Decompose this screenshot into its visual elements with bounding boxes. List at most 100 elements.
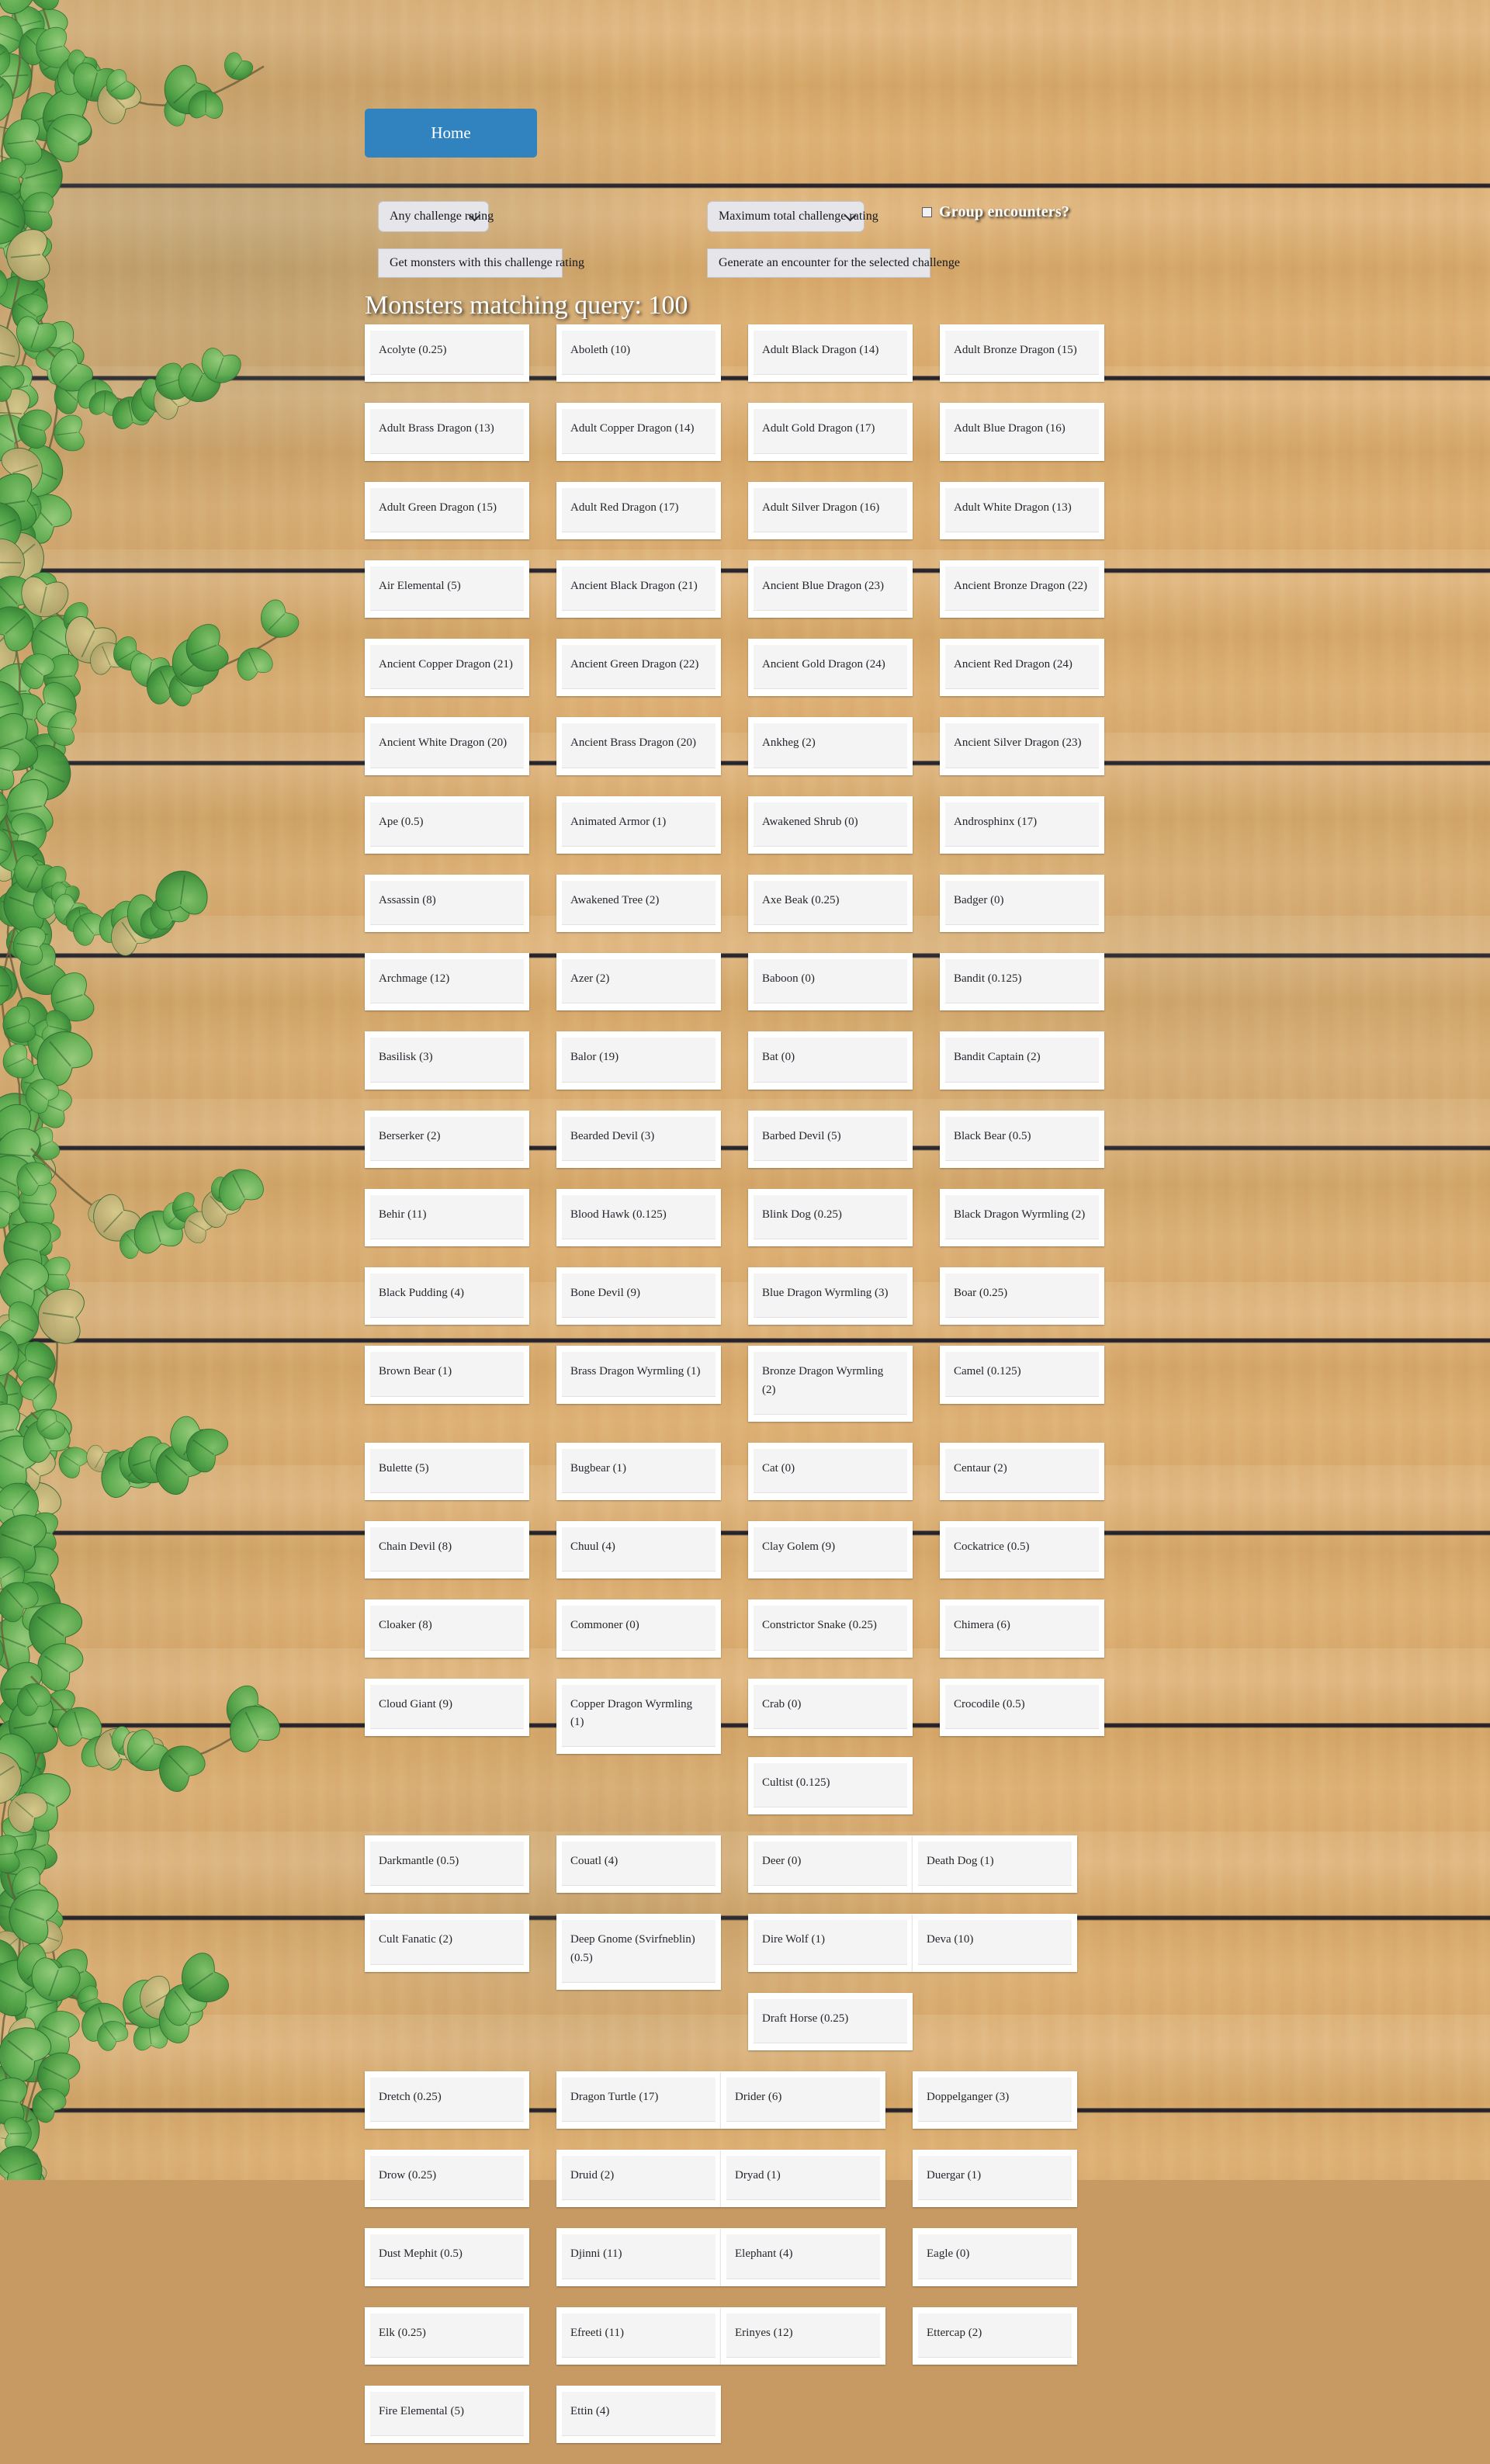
monster-card[interactable]: Elk (0.25) [365,2306,529,2365]
monster-card[interactable]: Ancient Red Dragon (24) [940,639,1104,697]
monster-card[interactable]: Deep Gnome (Svirfneblin) (0.5) [556,1914,721,1990]
get-monsters-button[interactable]: Get monsters with this challenge rating [378,248,584,278]
monster-card[interactable]: Ancient Brass Dragon (20) [556,717,721,775]
monster-card[interactable]: Archmage (12) [365,953,529,1011]
monster-card-label[interactable]: Bone Devil (9) [562,1274,716,1319]
monster-card[interactable]: Adult White Dragon (13) [940,481,1104,539]
monster-card[interactable]: Bandit Captain (2) [940,1031,1104,1090]
monster-card-label[interactable]: Ancient Blue Dragon (23) [754,566,907,611]
monster-card[interactable]: Blink Dog (0.25) [748,1188,913,1246]
monster-card-label[interactable]: Bandit (0.125) [945,959,1099,1004]
monster-card-label[interactable]: Fire Elemental (5) [370,2391,524,2436]
monster-card[interactable]: Barbed Devil (5) [748,1110,913,1168]
monster-card-label[interactable]: Badger (0) [945,880,1099,925]
monster-card-label[interactable]: Couatl (4) [562,1842,716,1887]
monster-card[interactable]: Commoner (0) [556,1599,721,1658]
monster-card[interactable]: Bat (0) [748,1031,913,1090]
monster-card-label[interactable]: Drider (6) [726,2077,880,2122]
monster-card-label[interactable]: Behir (11) [370,1194,524,1239]
monster-card-label[interactable]: Drow (0.25) [370,2156,524,2201]
monster-card-label[interactable]: Brass Dragon Wyrmling (1) [562,1352,716,1397]
monster-card-label[interactable]: Deva (10) [918,1920,1072,1965]
monster-card[interactable]: Brown Bear (1) [365,1346,529,1404]
monster-card-label[interactable]: Dryad (1) [726,2156,880,2201]
monster-card-label[interactable]: Bronze Dragon Wyrmling (2) [754,1352,907,1415]
monster-card[interactable]: Awakened Tree (2) [556,874,721,932]
monster-card-label[interactable]: Azer (2) [562,959,716,1004]
monster-card[interactable]: Cockatrice (0.5) [940,1521,1104,1579]
monster-card-label[interactable]: Duergar (1) [918,2156,1072,2201]
monster-card-label[interactable]: Deer (0) [754,1842,907,1887]
monster-card[interactable]: Ankheg (2) [748,717,913,775]
monster-card[interactable]: Drider (6) [721,2071,885,2129]
monster-card-label[interactable]: Ankheg (2) [754,723,907,768]
monster-card[interactable]: Bulette (5) [365,1442,529,1500]
monster-card[interactable]: Adult Red Dragon (17) [556,481,721,539]
monster-card[interactable]: Adult Silver Dragon (16) [748,481,913,539]
monster-card[interactable]: Acolyte (0.25) [365,324,529,383]
monster-card-label[interactable]: Draft Horse (0.25) [754,1998,907,2043]
monster-card-label[interactable]: Cloaker (8) [370,1606,524,1651]
monster-card-label[interactable]: Darkmantle (0.5) [370,1842,524,1887]
monster-card-label[interactable]: Dust Mephit (0.5) [370,2234,524,2279]
monster-card-label[interactable]: Doppelganger (3) [918,2077,1072,2122]
monster-card[interactable]: Crocodile (0.5) [940,1678,1104,1736]
monster-card-label[interactable]: Clay Golem (9) [754,1527,907,1572]
monster-card-label[interactable]: Boar (0.25) [945,1274,1099,1319]
monster-card[interactable]: Ancient Copper Dragon (21) [365,639,529,697]
monster-card[interactable]: Assassin (8) [365,874,529,932]
monster-card-label[interactable]: Androsphinx (17) [945,802,1099,847]
monster-card[interactable]: Druid (2) [556,2150,721,2208]
monster-card[interactable]: Boar (0.25) [940,1267,1104,1326]
monster-card-label[interactable]: Black Dragon Wyrmling (2) [945,1194,1099,1239]
monster-card-label[interactable]: Baboon (0) [754,959,907,1004]
group-encounters-checkbox[interactable] [922,207,932,217]
monster-card[interactable]: Bone Devil (9) [556,1267,721,1326]
monster-card[interactable]: Centaur (2) [940,1442,1104,1500]
monster-card[interactable]: Cloaker (8) [365,1599,529,1658]
monster-card[interactable]: Constrictor Snake (0.25) [748,1599,913,1658]
monster-card-label[interactable]: Ancient Brass Dragon (20) [562,723,716,768]
monster-card-label[interactable]: Bat (0) [754,1038,907,1083]
monster-card[interactable]: Basilisk (3) [365,1031,529,1090]
monster-card[interactable]: Adult Copper Dragon (14) [556,403,721,461]
monster-card-label[interactable]: Crocodile (0.5) [945,1684,1099,1729]
monster-card[interactable]: Ancient Green Dragon (22) [556,639,721,697]
monster-card[interactable]: Cultist (0.125) [748,1756,913,1814]
monster-card[interactable]: Baboon (0) [748,953,913,1011]
monster-card-label[interactable]: Erinyes (12) [726,2313,880,2358]
monster-card-label[interactable]: Cult Fanatic (2) [370,1920,524,1965]
monster-card-label[interactable]: Acolyte (0.25) [370,331,524,376]
monster-card[interactable]: Badger (0) [940,874,1104,932]
monster-card-label[interactable]: Ettin (4) [562,2391,716,2436]
monster-card-label[interactable]: Adult Black Dragon (14) [754,331,907,376]
monster-card-label[interactable]: Bulette (5) [370,1448,524,1493]
monster-card[interactable]: Dretch (0.25) [365,2071,529,2129]
monster-card-label[interactable]: Awakened Tree (2) [562,880,716,925]
monster-card[interactable]: Dust Mephit (0.5) [365,2228,529,2286]
monster-card-label[interactable]: Druid (2) [562,2156,716,2201]
monster-card-label[interactable]: Ancient Silver Dragon (23) [945,723,1099,768]
monster-card[interactable]: Bronze Dragon Wyrmling (2) [748,1346,913,1422]
generate-encounter-button[interactable]: Generate an encounter for the selected c… [707,248,960,278]
monster-card-label[interactable]: Air Elemental (5) [370,566,524,611]
monster-card-label[interactable]: Bandit Captain (2) [945,1038,1099,1083]
monster-card[interactable]: Ettercap (2) [913,2306,1077,2365]
monster-card[interactable]: Blood Hawk (0.125) [556,1188,721,1246]
monster-card-label[interactable]: Centaur (2) [945,1448,1099,1493]
monster-card-label[interactable]: Aboleth (10) [562,331,716,376]
monster-card-label[interactable]: Eagle (0) [918,2234,1072,2279]
monster-card[interactable]: Crab (0) [748,1678,913,1736]
monster-card-label[interactable]: Constrictor Snake (0.25) [754,1606,907,1651]
monster-card[interactable]: Behir (11) [365,1188,529,1246]
monster-card[interactable]: Ancient Gold Dragon (24) [748,639,913,697]
monster-card[interactable]: Cloud Giant (9) [365,1678,529,1736]
monster-card-label[interactable]: Adult Copper Dragon (14) [562,409,716,454]
monster-card[interactable]: Camel (0.125) [940,1346,1104,1404]
monster-card[interactable]: Aboleth (10) [556,324,721,383]
monster-card-label[interactable]: Black Bear (0.5) [945,1116,1099,1161]
monster-card[interactable]: Brass Dragon Wyrmling (1) [556,1346,721,1404]
monster-card-label[interactable]: Adult Bronze Dragon (15) [945,331,1099,376]
monster-card[interactable]: Ancient Blue Dragon (23) [748,560,913,618]
monster-card[interactable]: Balor (19) [556,1031,721,1090]
